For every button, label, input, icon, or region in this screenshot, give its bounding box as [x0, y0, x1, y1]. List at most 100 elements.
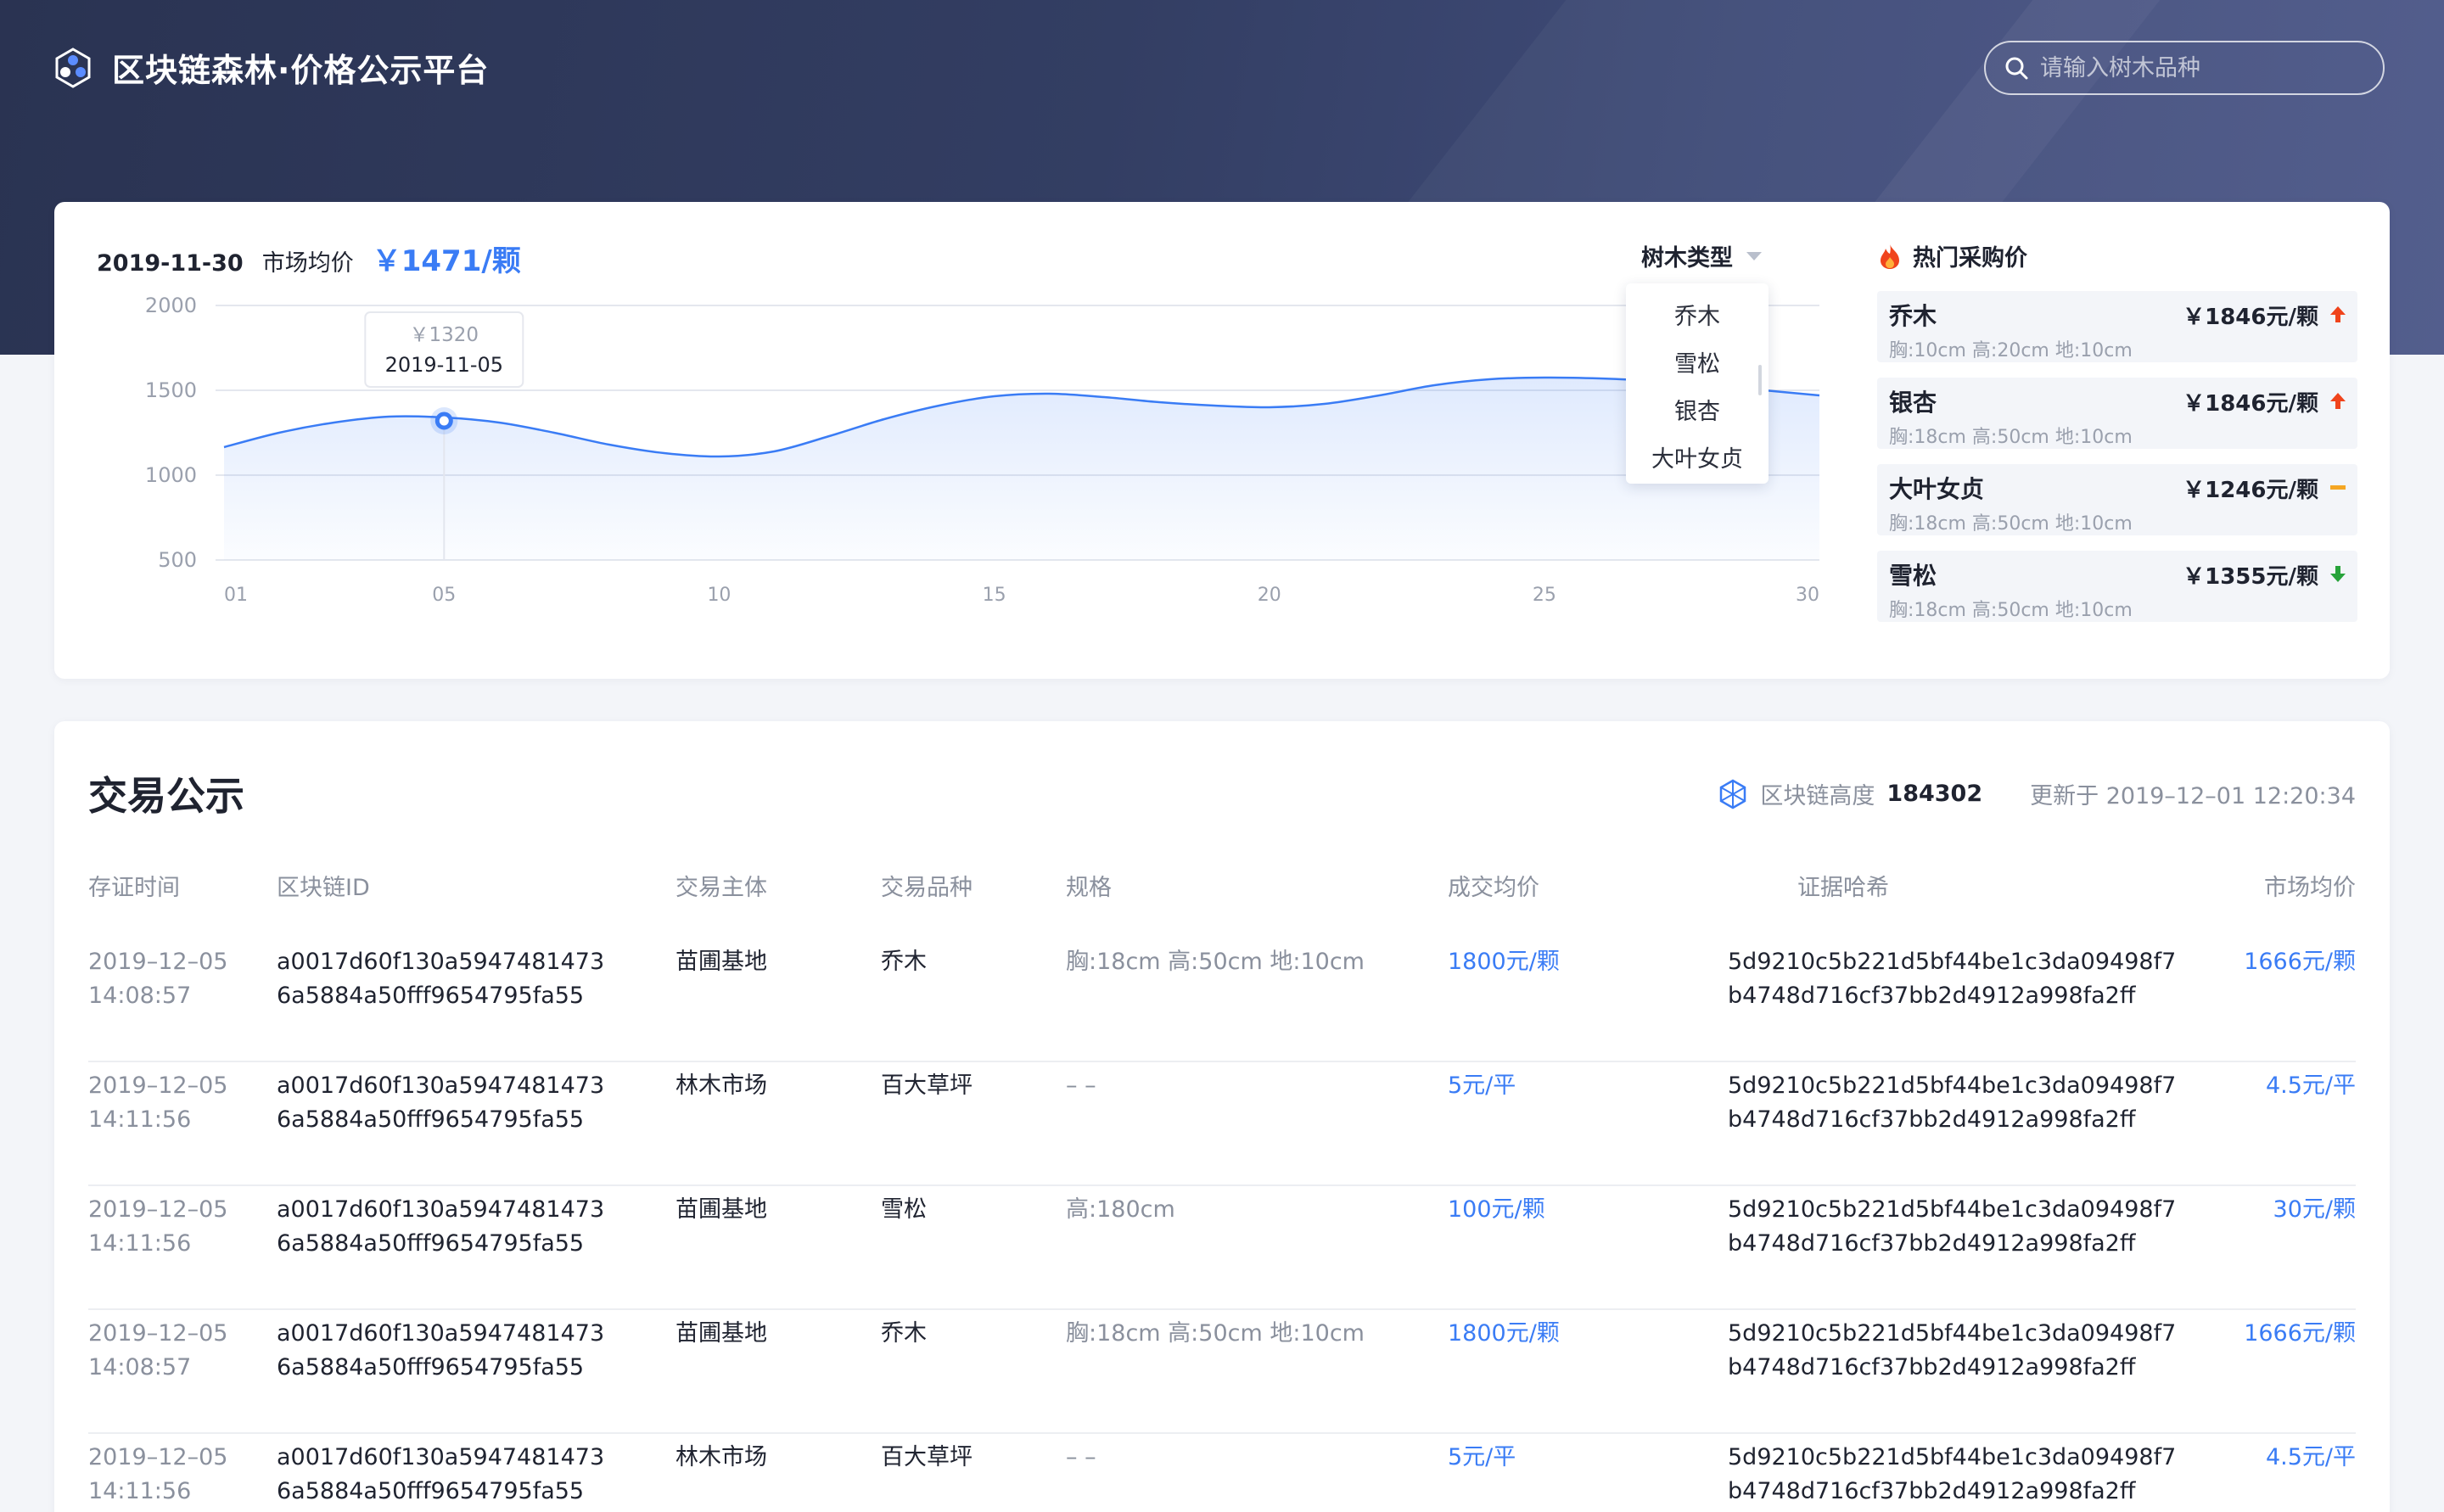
tree-type-option[interactable]: 银杏	[1626, 389, 1769, 436]
col-header: 市场均价	[2264, 875, 2356, 901]
arrow-up-icon	[2330, 393, 2346, 409]
highlight-point[interactable]	[434, 412, 453, 430]
table-row[interactable]: 2019–12–05 14:11:56 a0017d60f130a594748147…	[88, 1186, 2356, 1310]
hot-item[interactable]: 大叶女贞 胸:18cm 高:50cm 地:10cm ￥1246元/颗	[1877, 464, 2357, 535]
search-input[interactable]	[2040, 54, 2371, 81]
trade-title: 交易公示	[88, 773, 244, 819]
x-tick-label: 15	[983, 585, 1006, 606]
cell-chain-id: 6a5884a50fff9654795fa55	[277, 983, 585, 1009]
tooltip-date: 2019-11-05	[385, 353, 503, 377]
hot-item[interactable]: 雪松 胸:18cm 高:50cm 地:10cm ￥1355元/颗	[1877, 551, 2357, 622]
chart-tooltip: ￥1320 2019-11-05	[364, 311, 524, 388]
col-header: 规格	[1066, 875, 1112, 901]
cell-chain-id: a0017d60f130a5947481473	[277, 1072, 605, 1099]
tree-type-option[interactable]: 大叶女贞	[1626, 436, 1769, 484]
cell-time: 14:08:57	[88, 983, 192, 1009]
cell-chain-id: 6a5884a50fff9654795fa55	[277, 1478, 585, 1504]
cell-spec: 胸:18cm 高:50cm 地:10cm	[1066, 1320, 1365, 1347]
market-summary: 2019-11-30 市场均价 ￥1471/颗	[97, 238, 521, 279]
table-row[interactable]: 2019–12–05 14:08:57 a0017d60f130a594748147…	[88, 938, 2356, 1062]
cell-variety: 乔木	[881, 949, 927, 975]
flat-trend-icon	[2330, 485, 2346, 490]
hot-item-price: ￥1846元/颗	[2183, 391, 2318, 417]
col-header: 存证时间	[88, 875, 180, 901]
table-row[interactable]: 2019–12–05 14:08:57 a0017d60f130a594748147…	[88, 1310, 2356, 1434]
tree-type-option[interactable]: 雪松	[1626, 341, 1769, 389]
summary-label: 市场均价	[261, 250, 354, 277]
cell-hash: 5d9210c5b221d5bf44be1c3da09498f7	[1728, 949, 2177, 975]
x-tick-label: 01	[224, 585, 248, 606]
hot-item-spec: 胸:18cm 高:50cm 地:10cm	[1889, 600, 2133, 621]
trade-meta: 区块链高度 184302 更新于 2019–12–01 12:20:34	[1718, 777, 2356, 810]
hot-item-spec: 胸:18cm 高:50cm 地:10cm	[1889, 427, 2133, 448]
cell-hash: b4748d716cf37bb2d4912a998fa2ff	[1728, 1478, 2136, 1504]
hot-item[interactable]: 乔木 胸:10cm 高:20cm 地:10cm ￥1846元/颗	[1877, 291, 2357, 362]
cell-chain-id: 6a5884a50fff9654795fa55	[277, 1354, 585, 1380]
arrow-down-icon	[2330, 566, 2346, 582]
hot-item[interactable]: 银杏 胸:18cm 高:50cm 地:10cm ￥1846元/颗	[1877, 378, 2357, 449]
last-updated: 更新于 2019–12–01 12:20:34	[2030, 783, 2356, 809]
cell-hash: 5d9210c5b221d5bf44be1c3da09498f7	[1728, 1444, 2177, 1470]
tree-type-label: 树木类型	[1641, 245, 1733, 272]
x-tick-label: 30	[1796, 585, 1819, 606]
table-row[interactable]: 2019–12–05 14:11:56 a0017d60f130a594748147…	[88, 1062, 2356, 1186]
tree-type-option[interactable]: 乔木	[1626, 294, 1769, 341]
cell-deal-price: 5元/平	[1448, 1444, 1516, 1470]
cell-deal-price: 1800元/颗	[1448, 949, 1560, 975]
dropdown-scrollbar[interactable]	[1758, 365, 1762, 395]
app-title: 区块链森林·价格公示平台	[112, 52, 490, 89]
summary-date: 2019-11-30	[97, 250, 244, 277]
cell-market-price: 4.5元/平	[2265, 1444, 2356, 1470]
hot-item-price: ￥1846元/颗	[2183, 305, 2318, 330]
block-height-label: 区块链高度	[1760, 783, 1875, 809]
hot-item-spec: 胸:18cm 高:50cm 地:10cm	[1889, 513, 2133, 535]
cell-spec: – –	[1066, 1072, 1096, 1099]
col-header: 证据哈希	[1797, 875, 1889, 901]
arrow-up-icon	[2330, 306, 2346, 322]
cell-market-price: 4.5元/平	[2265, 1072, 2356, 1099]
cell-party: 苗圃基地	[675, 1320, 767, 1347]
trade-table-body: 2019–12–05 14:08:57 a0017d60f130a594748147…	[88, 938, 2356, 1512]
y-tick-label: 1000	[145, 463, 197, 487]
cell-hash: 5d9210c5b221d5bf44be1c3da09498f7	[1728, 1320, 2177, 1347]
hot-item-spec: 胸:10cm 高:20cm 地:10cm	[1889, 340, 2133, 361]
hot-item-price: ￥1355元/颗	[2183, 564, 2318, 590]
cell-date: 2019–12–05	[88, 1196, 228, 1223]
table-row[interactable]: 2019–12–05 14:11:56 a0017d60f130a594748147…	[88, 1434, 2356, 1512]
cell-market-price: 1666元/颗	[2244, 1320, 2356, 1347]
hot-item-price: ￥1246元/颗	[2183, 478, 2318, 503]
cell-hash: b4748d716cf37bb2d4912a998fa2ff	[1728, 1230, 2136, 1257]
price-chart: ￥1320 2019-11-05 500 1000 1500 2000 01 05 10 15…	[88, 294, 1836, 660]
cell-time: 14:11:56	[88, 1230, 192, 1257]
cell-hash: b4748d716cf37bb2d4912a998fa2ff	[1728, 983, 2136, 1009]
trade-table-header: 存证时间 区块链ID 交易主体 交易品种 规格 成交均价 证据哈希 市场均价	[88, 869, 2356, 903]
cell-deal-price: 100元/颗	[1448, 1196, 1545, 1223]
hot-purchase-header: 热门采购价	[1877, 239, 2357, 272]
y-tick-label: 2000	[145, 294, 197, 317]
x-tick-label: 10	[707, 585, 731, 606]
y-tick-label: 500	[158, 548, 197, 572]
x-tick-label: 05	[432, 585, 456, 606]
tree-type-dropdown: 乔木 雪松 银杏 大叶女贞	[1626, 283, 1769, 484]
cell-hash: b4748d716cf37bb2d4912a998fa2ff	[1728, 1354, 2136, 1380]
cell-party: 苗圃基地	[675, 1196, 767, 1223]
cell-deal-price: 5元/平	[1448, 1072, 1516, 1099]
cell-date: 2019–12–05	[88, 1320, 228, 1347]
search-icon	[2005, 57, 2028, 80]
summary-avg-price: ￥1471/颗	[372, 244, 521, 278]
col-header: 交易主体	[675, 875, 767, 901]
tree-type-select[interactable]: 树木类型	[1641, 239, 1762, 272]
search-box[interactable]	[1984, 41, 2385, 95]
price-panel: 2019-11-30 市场均价 ￥1471/颗 树木类型 乔木 雪松 银杏 大叶…	[54, 202, 2390, 679]
cell-hash: 5d9210c5b221d5bf44be1c3da09498f7	[1728, 1196, 2177, 1223]
cell-spec: – –	[1066, 1444, 1096, 1470]
cell-variety: 乔木	[881, 1320, 927, 1347]
cell-party: 苗圃基地	[675, 949, 767, 975]
chevron-down-icon	[1746, 251, 1762, 260]
x-tick-label: 25	[1533, 585, 1556, 606]
cell-deal-price: 1800元/颗	[1448, 1320, 1560, 1347]
y-tick-label: 1500	[145, 378, 197, 402]
cell-date: 2019–12–05	[88, 949, 228, 975]
cell-variety: 百大草坪	[881, 1072, 973, 1099]
cell-spec: 胸:18cm 高:50cm 地:10cm	[1066, 949, 1365, 975]
